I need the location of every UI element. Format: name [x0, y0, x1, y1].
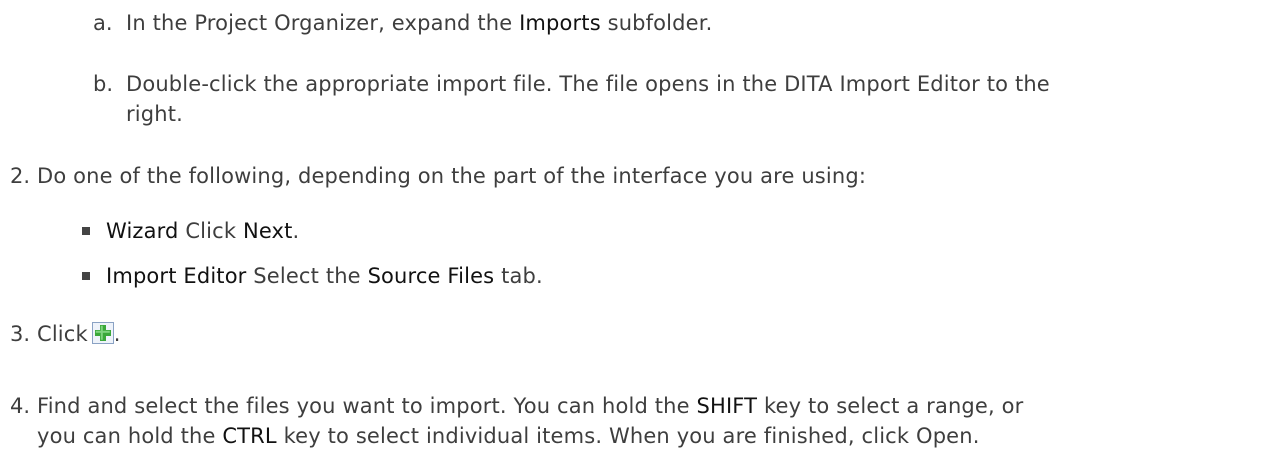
bullet-wizard: [82, 227, 90, 235]
option-wizard-label: Wizard: [106, 219, 179, 243]
option-wizard-text-before: Click: [178, 219, 243, 243]
source-files-tab-label: Source Files: [367, 264, 495, 288]
step-3-text-after: .: [113, 322, 121, 346]
substep-a-text-after: subfolder.: [600, 11, 713, 35]
bullet-import-editor: [82, 272, 90, 280]
option-wizard-text-after: .: [292, 219, 300, 243]
substep-a-text: In the Project Organizer, expand the Imp…: [126, 10, 712, 36]
substep-b-line1: Double-click the appropriate import file…: [126, 72, 1050, 96]
substep-b-marker: b.: [93, 72, 114, 96]
green-plus-add-icon[interactable]: [91, 322, 114, 344]
step-3-marker: 3.: [10, 322, 31, 346]
imports-folder-label: Imports: [519, 11, 601, 35]
substep-a-marker: a.: [93, 11, 113, 35]
step-3-text-before: Click: [37, 322, 88, 346]
substep-a-text-before: In the Project Organizer, expand the: [126, 11, 520, 35]
step-4-line2-part1: you can hold the: [37, 424, 223, 448]
step-4-line2: you can hold the CTRL key to select indi…: [37, 423, 980, 449]
step-4-line1: Find and select the files you want to im…: [37, 393, 1023, 419]
step-4-line1-part1: Find and select the files you want to im…: [37, 394, 697, 418]
step-2-marker: 2.: [10, 164, 31, 188]
option-import-editor-text-before: Select the: [246, 264, 368, 288]
next-button-label: Next: [242, 219, 293, 243]
step-2-text: Do one of the following, depending on th…: [37, 164, 867, 188]
option-import-editor: Import Editor Select the Source Files ta…: [106, 263, 543, 289]
option-import-editor-text-after: tab.: [494, 264, 543, 288]
substep-b-line2: right.: [126, 102, 183, 126]
step-4-marker: 4.: [10, 394, 31, 418]
shift-key-label: SHIFT: [696, 394, 758, 418]
step-3-text: Click .: [37, 321, 121, 347]
ctrl-key-label: CTRL: [222, 424, 277, 448]
step-4-line1-part2: key to select a range, or: [757, 394, 1024, 418]
option-import-editor-label: Import Editor: [106, 264, 247, 288]
step-4-line2-part2: key to select individual items. When you…: [276, 424, 980, 448]
option-wizard: Wizard Click Next.: [106, 218, 299, 244]
